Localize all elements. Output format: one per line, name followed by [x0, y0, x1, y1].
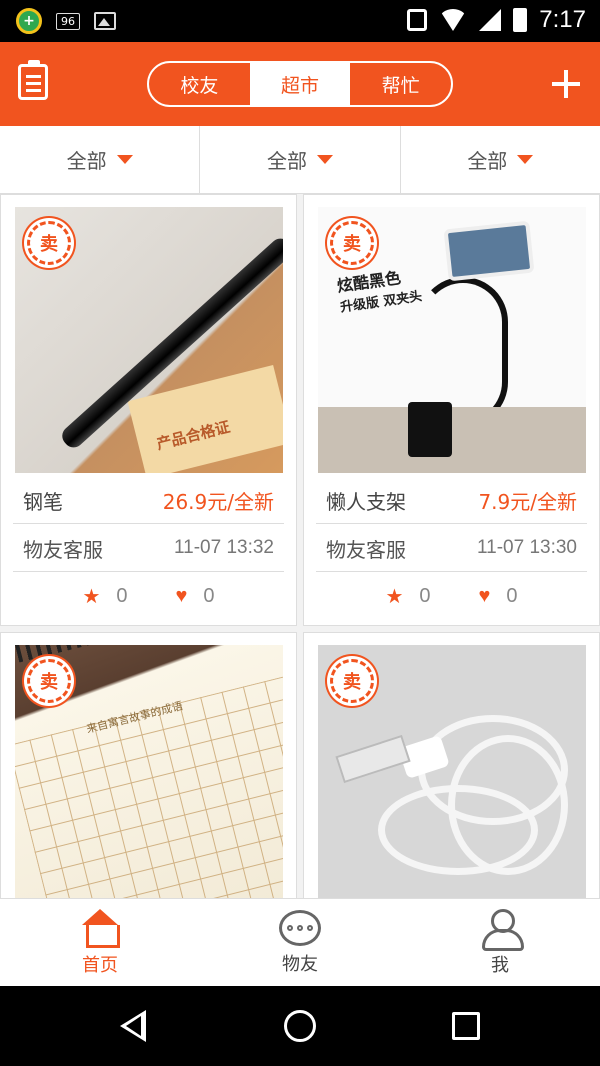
- post-time: 11-07 13:32: [173, 537, 274, 558]
- filter-dropdown-1[interactable]: 全部: [0, 126, 201, 193]
- filter-bar: 全部 全部 全部: [0, 126, 600, 194]
- bottom-tab-bar: 首页 物友 我: [0, 898, 600, 986]
- photo-caption: 炫酷黑色: [335, 268, 403, 296]
- divider: [13, 523, 284, 524]
- product-price: 26.9元/全新: [162, 489, 274, 514]
- like-count: 0: [203, 584, 215, 607]
- seller-name: 物友客服: [23, 537, 103, 562]
- app-notification-icon: [16, 8, 42, 34]
- product-card[interactable]: 炫酷黑色 升级版 双夹头 卖 懒人支架 7.9元/全新 物友客服 11-07 13…: [303, 194, 600, 626]
- filter-dropdown-3[interactable]: 全部: [401, 126, 600, 193]
- product-photo-pen: 产品合格证 卖: [15, 207, 283, 473]
- like-button[interactable]: ♥ 0: [479, 585, 518, 608]
- product-price: 7.9元/全新: [478, 489, 577, 514]
- product-name: 懒人支架: [326, 489, 406, 514]
- user-icon: [480, 908, 524, 951]
- filter-dropdown-2[interactable]: 全部: [200, 126, 401, 193]
- sell-badge: 卖: [27, 659, 71, 703]
- signal-icon: [479, 9, 502, 31]
- home-icon: [80, 908, 120, 948]
- system-nav-bar: [0, 986, 600, 1066]
- star-button[interactable]: ★ 0: [82, 584, 127, 609]
- photo-caption: 产品合格证: [154, 417, 232, 454]
- caret-down-icon: [116, 155, 133, 164]
- product-card[interactable]: 卖: [303, 632, 600, 932]
- status-bar: 96 7:17: [0, 0, 600, 42]
- seller-name: 物友客服: [326, 537, 406, 562]
- home-circle-icon[interactable]: [284, 1010, 316, 1042]
- product-photo-phone-holder: 炫酷黑色 升级版 双夹头 卖: [318, 207, 586, 473]
- add-icon[interactable]: [552, 70, 580, 98]
- clipboard-icon[interactable]: [18, 60, 48, 100]
- tab-alumni[interactable]: 校友: [149, 63, 250, 105]
- heart-icon: ♥: [175, 584, 188, 607]
- app-header: 校友 超市 帮忙: [0, 42, 600, 126]
- divider: [316, 523, 587, 524]
- heart-icon: ♥: [478, 584, 491, 607]
- sell-badge: 卖: [330, 659, 374, 703]
- tab-help[interactable]: 帮忙: [350, 63, 451, 105]
- tab-market[interactable]: 超市: [249, 63, 351, 105]
- product-name: 钢笔: [23, 489, 63, 514]
- image-notification-icon: [94, 12, 116, 30]
- divider: [13, 571, 284, 572]
- star-count: 0: [419, 584, 431, 607]
- back-icon[interactable]: [120, 1010, 146, 1042]
- caret-down-icon: [517, 155, 534, 164]
- sell-badge: 卖: [27, 221, 71, 265]
- wifi-icon: [439, 9, 468, 31]
- star-icon: ★: [82, 585, 101, 608]
- vibrate-icon: [407, 9, 428, 31]
- tab-label: 首页: [82, 954, 118, 976]
- sell-badge: 卖: [330, 221, 374, 265]
- star-icon: ★: [385, 585, 404, 608]
- star-count: 0: [116, 584, 128, 607]
- like-button[interactable]: ♥ 0: [176, 585, 215, 608]
- tab-label: 我: [491, 954, 509, 976]
- star-button[interactable]: ★ 0: [385, 584, 430, 609]
- post-time: 11-07 13:30: [476, 537, 577, 558]
- tab-home[interactable]: 首页: [0, 899, 200, 986]
- filter-label: 全部: [66, 149, 107, 173]
- divider: [316, 571, 587, 572]
- tab-me[interactable]: 我: [400, 899, 600, 986]
- filter-label: 全部: [266, 149, 307, 173]
- chat-icon: [279, 909, 321, 946]
- product-photo-notebook: 来自寓言故事的成语 卖: [15, 645, 283, 911]
- product-card[interactable]: 产品合格证 卖 钢笔 26.9元/全新 物友客服 11-07 13:32 ★ 0 …: [0, 194, 297, 626]
- battery-icon: [513, 8, 528, 32]
- tab-friends[interactable]: 物友: [200, 899, 400, 986]
- caret-down-icon: [316, 155, 333, 164]
- recent-apps-icon[interactable]: [452, 1012, 480, 1040]
- product-card[interactable]: 来自寓言故事的成语 卖: [0, 632, 297, 932]
- segment-control: 校友 超市 帮忙: [147, 61, 453, 107]
- notification-count-badge: 96: [56, 12, 80, 30]
- filter-label: 全部: [467, 149, 508, 173]
- tab-label: 物友: [282, 953, 318, 975]
- clock: 7:17: [539, 6, 586, 33]
- product-photo-usb-cable: 卖: [318, 645, 586, 911]
- like-count: 0: [506, 584, 518, 607]
